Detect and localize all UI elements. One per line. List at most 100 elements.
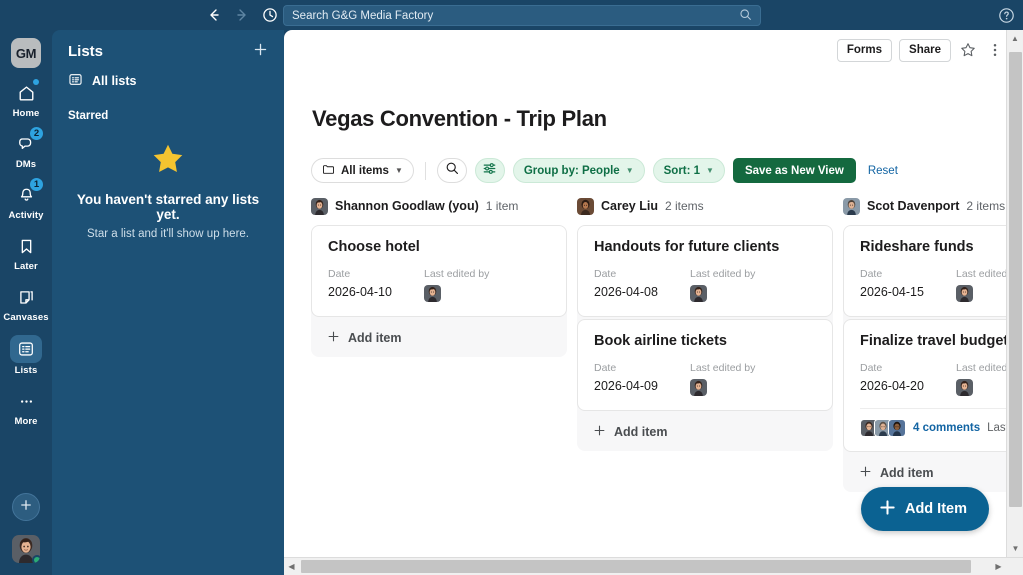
lists-sidebar: Lists All lists Starred You haven't star…	[52, 30, 284, 575]
scroll-right-arrow[interactable]: ▶	[991, 558, 1006, 575]
item-fields: Date 2026-04-20 Last edited by	[860, 362, 1017, 396]
chevron-down-icon: ▼	[394, 166, 403, 175]
all-items-filter-button[interactable]: All items ▼	[311, 158, 414, 183]
field-label-date: Date	[328, 268, 351, 280]
scroll-left-arrow[interactable]: ◀	[284, 558, 299, 575]
titlebar: Search G&G Media Factory	[0, 0, 1023, 30]
rail-label-more: More	[14, 416, 38, 427]
list-item[interactable]: Rideshare funds Date 2026-04-15 Last edi…	[843, 225, 1017, 317]
star-icon	[72, 142, 264, 182]
rail-item-later[interactable]: Later	[4, 233, 48, 272]
sidebar-section-starred: Starred	[68, 110, 109, 122]
rail-label-lists: Lists	[14, 365, 38, 376]
folder-icon	[322, 163, 335, 179]
sidebar-item-label-all-lists: All lists	[92, 74, 137, 88]
reset-button[interactable]: Reset	[868, 165, 898, 177]
rail-label-canvases: Canvases	[3, 312, 49, 323]
add-item-fab-label: Add Item	[904, 501, 967, 517]
column-owner-name: Shannon Goodlaw (you)	[335, 199, 479, 213]
group-by-button[interactable]: Group by: People ▼	[512, 158, 645, 183]
add-item-label: Add item	[880, 466, 934, 480]
canvas-icon	[11, 284, 41, 310]
search-button[interactable]	[436, 158, 467, 183]
arrow-left-icon[interactable]	[206, 7, 222, 23]
rail-item-activity[interactable]: 1 Activity	[4, 177, 48, 221]
column-owner-name: Scot Davenport	[867, 199, 960, 213]
field-label-date: Date	[594, 362, 617, 374]
horizontal-scroll-thumb[interactable]	[301, 560, 971, 573]
item-comments-footer[interactable]: 4 comments Last re	[860, 408, 1017, 437]
list-item[interactable]: Finalize travel budget Date 2026-04-20 L…	[843, 319, 1017, 452]
star-outline-icon[interactable]	[958, 40, 978, 60]
rail-item-canvases[interactable]: Canvases	[3, 284, 49, 323]
add-item-button[interactable]: Add item	[311, 319, 567, 357]
field-value-date: 2026-04-08	[594, 285, 658, 299]
sidebar-header: Lists	[52, 30, 284, 66]
column-item-count: 1 item	[485, 199, 519, 213]
sidebar-item-all-lists[interactable]: All lists	[52, 66, 284, 96]
rail-item-more[interactable]: More	[4, 388, 48, 427]
item-fields: Date 2026-04-15 Last edited by	[860, 268, 1017, 302]
field-date: Date 2026-04-08	[594, 268, 690, 302]
add-item-label: Add item	[348, 331, 402, 345]
sort-label: Sort: 1	[663, 164, 701, 177]
rail-item-home[interactable]: Home	[4, 79, 48, 119]
dms-badge: 2	[29, 126, 44, 141]
main-panel: Forms Share Vegas Convention - Trip Plan…	[284, 30, 1017, 557]
rail-create-button[interactable]	[12, 493, 40, 521]
sort-button[interactable]: Sort: 1 ▼	[652, 158, 725, 183]
column-body: Rideshare funds Date 2026-04-15 Last edi…	[843, 225, 1017, 492]
question-circle-icon[interactable]	[998, 7, 1015, 24]
forms-button[interactable]: Forms	[836, 38, 893, 62]
add-item-fab[interactable]: Add Item	[860, 487, 989, 531]
avatar	[311, 197, 328, 215]
plus-icon	[19, 498, 33, 517]
arrow-right-icon[interactable]	[234, 7, 250, 23]
all-items-label: All items	[341, 164, 389, 177]
activity-badge: 1	[29, 177, 44, 192]
item-title: Rideshare funds	[860, 239, 974, 255]
item-title: Finalize travel budget	[860, 333, 1009, 349]
column-item-count: 2 items	[664, 199, 704, 213]
chevron-down-icon: ▼	[706, 166, 714, 175]
field-label-last-edited-by: Last edited by	[424, 268, 490, 280]
scroll-down-arrow[interactable]: ▼	[1007, 540, 1023, 557]
field-value-date: 2026-04-15	[860, 285, 924, 299]
page-title: Vegas Convention - Trip Plan	[312, 106, 607, 131]
comments-count-link[interactable]: 4 comments	[913, 422, 980, 434]
rail-item-dms[interactable]: 2 DMs	[4, 126, 48, 170]
list-header-actions: Forms Share	[836, 30, 1017, 70]
global-search-text: Search G&G Media Factory	[292, 9, 434, 22]
global-search-input[interactable]: Search G&G Media Factory	[283, 5, 761, 26]
item-fields: Date 2026-04-09 Last edited by	[594, 362, 816, 396]
sidebar-new-list-button[interactable]	[253, 42, 268, 60]
filter-button[interactable]	[474, 158, 505, 183]
avatar	[690, 379, 707, 396]
app-window: Search G&G Media Factory GM Home 2 DMs 1…	[0, 0, 1023, 575]
vertical-scrollbar[interactable]: ▲ ▼	[1006, 30, 1023, 557]
board-column: Carey Liu 2 items Handouts for future cl…	[577, 196, 833, 557]
column-body: Handouts for future clients Date 2026-04…	[577, 225, 833, 451]
scroll-up-arrow[interactable]: ▲	[1007, 30, 1023, 47]
avatar	[888, 419, 906, 437]
column-header: Shannon Goodlaw (you) 1 item	[311, 196, 567, 216]
list-item[interactable]: Book airline tickets Date 2026-04-09 Las…	[577, 319, 833, 411]
list-item[interactable]: Handouts for future clients Date 2026-04…	[577, 225, 833, 317]
save-as-new-view-button[interactable]: Save as New View	[732, 158, 856, 183]
field-last-edited-by: Last edited by	[424, 268, 520, 302]
comment-facepile	[860, 419, 906, 437]
clock-history-icon[interactable]	[262, 7, 278, 23]
add-item-button[interactable]: Add item	[577, 413, 833, 451]
list-icon	[10, 335, 42, 363]
workspace-avatar[interactable]: GM	[11, 38, 41, 68]
list-item[interactable]: Choose hotel Date 2026-04-10 Last edited…	[311, 225, 567, 317]
field-date: Date 2026-04-10	[328, 268, 424, 302]
vertical-scroll-thumb[interactable]	[1009, 52, 1022, 507]
kebab-menu-icon[interactable]	[985, 40, 1005, 60]
rail-item-lists[interactable]: Lists	[4, 335, 48, 376]
avatar[interactable]	[12, 535, 40, 563]
horizontal-scrollbar[interactable]: ◀ ▶	[284, 557, 1023, 575]
field-date: Date 2026-04-09	[594, 362, 690, 396]
column-owner-name: Carey Liu	[601, 199, 658, 213]
share-button[interactable]: Share	[899, 38, 951, 62]
